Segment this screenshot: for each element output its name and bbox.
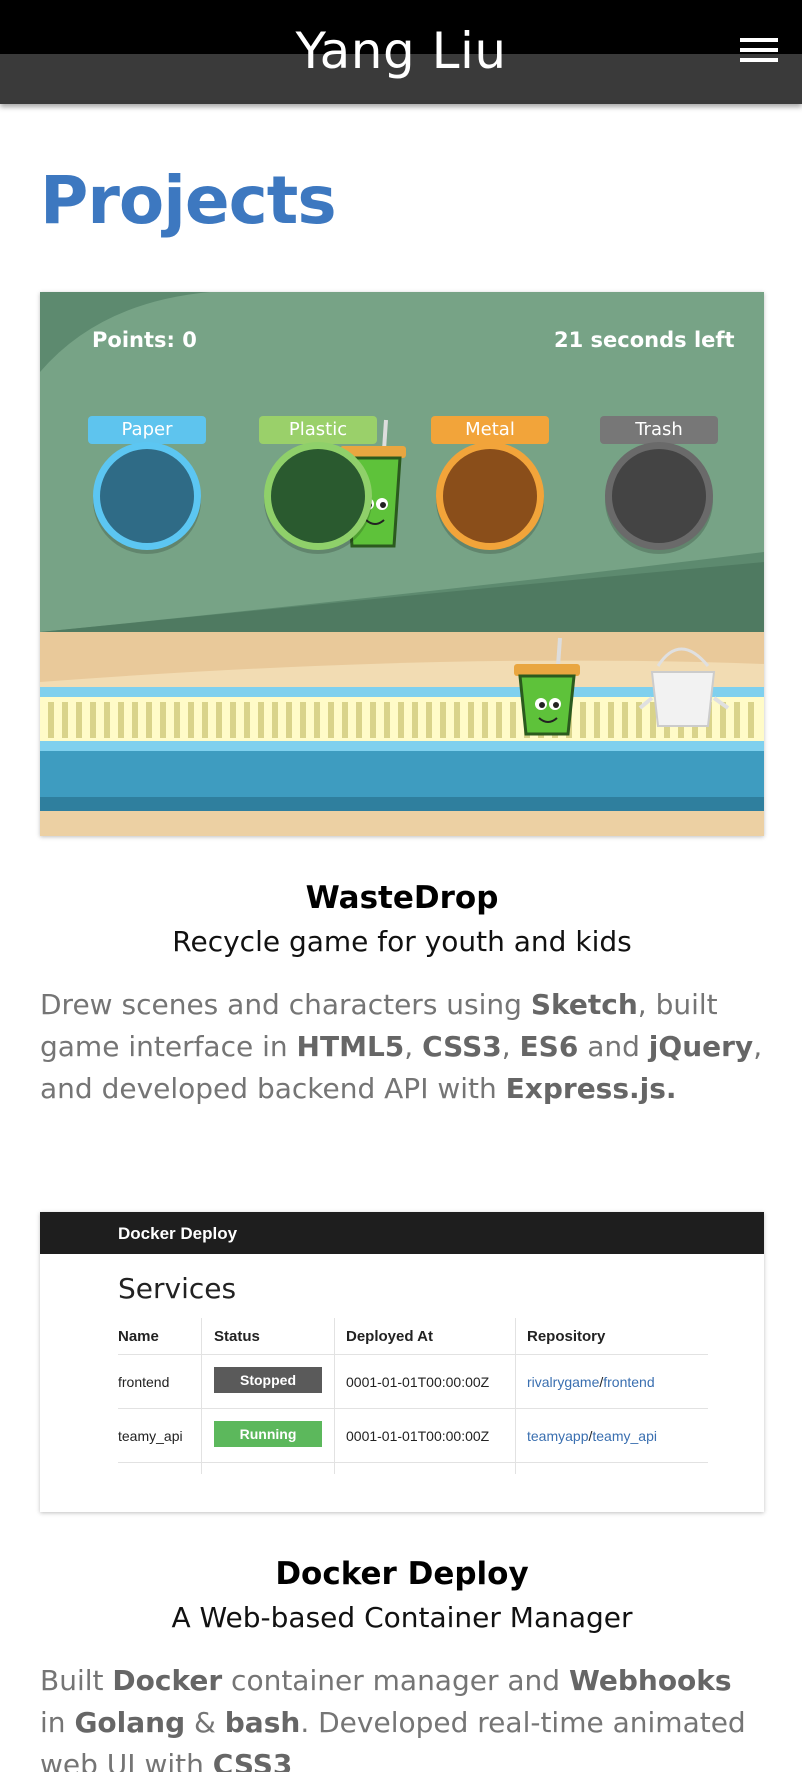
paper-bin-icon [93,442,201,550]
points-counter: Points: 0 [92,328,197,352]
bin-label-plastic: Plastic [259,416,377,444]
plastic-bin-icon [264,442,372,550]
repo-owner-link[interactable]: rivalrygame [527,1374,599,1390]
bin-label-trash: Trash [600,416,718,444]
repo-name-link[interactable]: teamy_api [592,1428,657,1444]
menu-line [740,48,778,52]
hamburger-menu-icon[interactable] [740,36,780,64]
project-description: Built Docker container manager and Webho… [40,1660,764,1772]
repo-name-link[interactable]: frontend [603,1374,654,1390]
divider [334,1318,335,1474]
docker-deploy-screenshot[interactable]: Docker Deploy Services Name Status Deplo… [40,1212,764,1512]
project-title: Docker Deploy [275,1556,529,1592]
highlight-term: CSS3 [212,1748,293,1772]
description-text: in [40,1706,75,1739]
highlight-term: Sketch [530,988,638,1021]
description-text: & [185,1706,225,1739]
service-name: frontend [118,1374,170,1390]
project-description: Drew scenes and characters using Sketch,… [40,984,764,1110]
metal-bin-icon [436,442,544,550]
description-text: container manager and [222,1664,569,1697]
service-name: teamy_api [118,1428,183,1444]
repo-owner-link[interactable]: teamyapp [527,1428,588,1444]
highlight-term: Express.js. [505,1072,677,1105]
project-subtitle: Recycle game for youth and kids [172,925,632,958]
trash-bin-icon [605,442,713,550]
description-text: , [501,1030,520,1063]
site-title[interactable]: Yang Liu [0,18,802,84]
deployed-at: 0001-01-01T00:00:00Z [346,1374,490,1390]
menu-line [740,58,778,62]
app-navbar: Docker Deploy [40,1212,764,1254]
highlight-term: bash [224,1706,301,1739]
status-badge: Stopped [214,1367,322,1393]
menu-line [740,38,778,42]
time-left-counter: 21 seconds left [554,328,735,352]
services-heading: Services [118,1272,237,1305]
repository-link[interactable]: rivalrygame/frontend [527,1374,655,1390]
bin-label-metal: Metal [431,416,549,444]
bin-label-paper: Paper [88,416,206,444]
highlight-term: jQuery [648,1030,754,1063]
highlight-term: Webhooks [568,1664,732,1697]
divider [201,1318,202,1474]
site-header: Yang Liu [0,0,802,104]
page-title: Projects [40,162,337,239]
highlight-term: ES6 [519,1030,579,1063]
description-text: , [404,1030,423,1063]
deployed-at: 0001-01-01T00:00:00Z [346,1428,490,1444]
divider [515,1318,516,1474]
game-scene-illustration [40,292,764,836]
status-badge: Running [214,1421,322,1447]
column-header: Repository [527,1328,606,1345]
app-title: Docker Deploy [118,1224,238,1243]
description-text: and [578,1030,649,1063]
highlight-term: Docker [112,1664,223,1697]
divider [118,1462,708,1463]
column-header: Deployed At [346,1328,433,1345]
divider [118,1354,708,1355]
project-subtitle: A Web-based Container Manager [171,1601,633,1634]
highlight-term: HTML5 [296,1030,405,1063]
description-text: Drew scenes and characters using [40,988,531,1021]
column-header: Status [214,1328,260,1345]
highlight-term: CSS3 [422,1030,502,1063]
column-header: Name [118,1328,159,1345]
divider [118,1408,708,1409]
project-title: WasteDrop [305,880,499,916]
highlight-term: Golang [74,1706,186,1739]
repository-link[interactable]: teamyapp/teamy_api [527,1428,657,1444]
description-text: Built [40,1664,113,1697]
wastedrop-screenshot[interactable]: Points: 0 21 seconds left Paper Plastic … [40,292,764,836]
